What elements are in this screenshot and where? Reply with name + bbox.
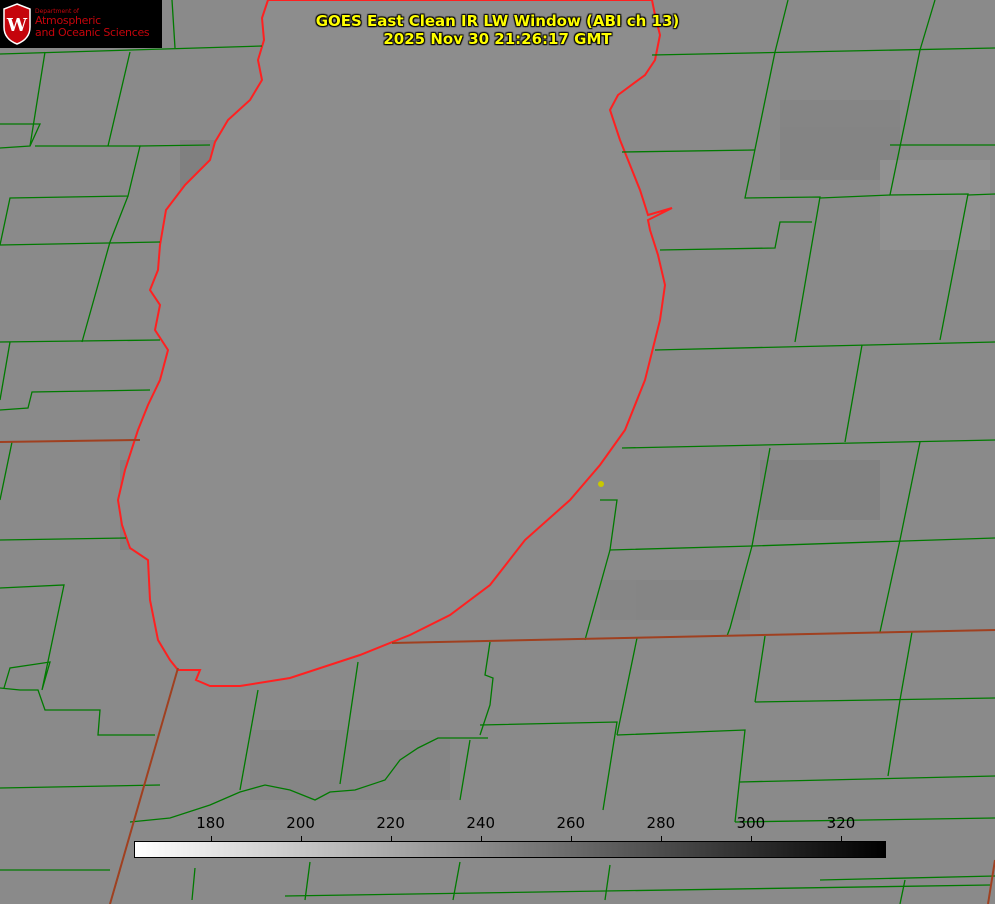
colorbar-tick-label: 300 <box>736 814 766 832</box>
colorbar-tick-label: 320 <box>826 814 856 832</box>
image-timestamp: 2025 Nov 30 21:26:17 GMT <box>383 30 612 48</box>
colorbar-tick-label: 220 <box>376 814 405 832</box>
colorbar <box>134 841 886 858</box>
location-marker <box>598 481 604 487</box>
colorbar-tick-label: 180 <box>196 814 225 832</box>
colorbar-tick-label: 260 <box>556 814 586 832</box>
image-title: GOES East Clean IR LW Window (ABI ch 13) <box>315 12 680 30</box>
colorbar-tick-label: 200 <box>286 814 315 832</box>
colorbar-tick-label: 280 <box>646 814 676 832</box>
colorbar-tick-label: 240 <box>466 814 496 832</box>
satellite-map <box>0 0 995 904</box>
